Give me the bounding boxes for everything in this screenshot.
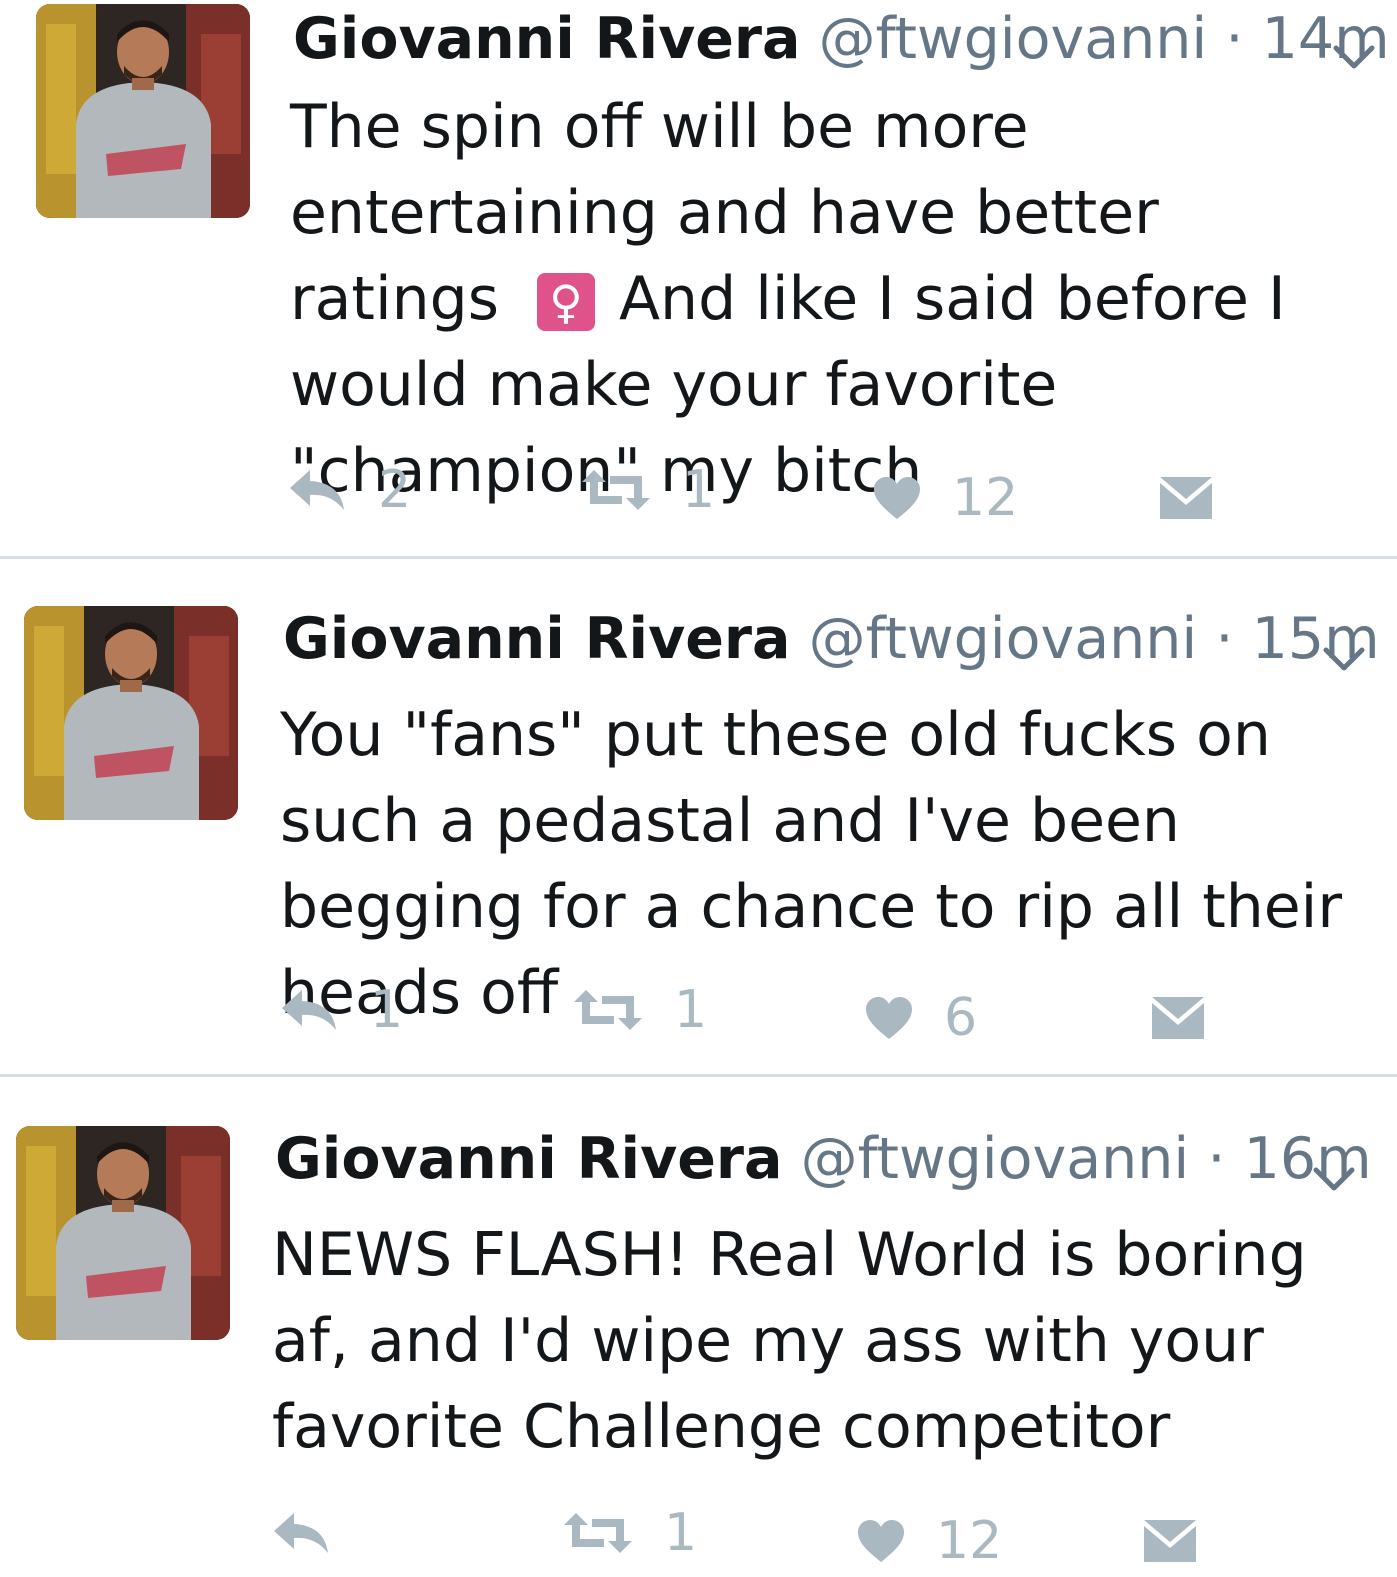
retweet-icon bbox=[572, 988, 644, 1032]
like-button[interactable]: 6 bbox=[864, 983, 977, 1053]
tweet-actions: 1 1 6 bbox=[280, 975, 1280, 1048]
retweet-icon bbox=[562, 1511, 634, 1555]
retweet-count: 1 bbox=[674, 980, 708, 1040]
avatar[interactable] bbox=[24, 606, 238, 820]
avatar[interactable] bbox=[16, 1126, 230, 1340]
direct-message-button[interactable] bbox=[1142, 1506, 1198, 1576]
reply-count: 2 bbox=[378, 460, 412, 520]
reply-icon bbox=[280, 988, 340, 1032]
author-handle[interactable]: @ftwgiovanni bbox=[801, 1126, 1190, 1192]
heart-icon bbox=[864, 995, 914, 1041]
like-count: 12 bbox=[952, 468, 1019, 528]
reply-button[interactable]: 2 bbox=[288, 455, 411, 525]
tweet-actions: 2 1 12 bbox=[288, 455, 1288, 528]
envelope-icon bbox=[1150, 995, 1206, 1041]
author-name[interactable]: Giovanni Rivera bbox=[293, 6, 800, 72]
tweet-header: Giovanni Rivera @ftwgiovanni · 15m bbox=[283, 604, 1380, 674]
chevron-down-icon[interactable] bbox=[1322, 644, 1366, 674]
reply-button[interactable]: 1 bbox=[280, 975, 403, 1045]
retweet-button[interactable]: 1 bbox=[572, 975, 707, 1045]
reply-button[interactable] bbox=[272, 1498, 362, 1568]
divider bbox=[0, 1074, 1397, 1077]
retweet-count: 1 bbox=[664, 1503, 698, 1563]
tweet-header: Giovanni Rivera @ftwgiovanni · 14m bbox=[293, 4, 1390, 74]
chevron-down-icon[interactable] bbox=[1332, 42, 1376, 72]
like-count: 6 bbox=[944, 988, 978, 1048]
direct-message-button[interactable] bbox=[1158, 463, 1214, 533]
author-name[interactable]: Giovanni Rivera bbox=[275, 1126, 782, 1192]
reply-count: 1 bbox=[370, 980, 404, 1040]
female-sign-emoji-icon: ♀ bbox=[537, 273, 596, 332]
author-name[interactable]: Giovanni Rivera bbox=[283, 606, 790, 672]
reply-icon bbox=[272, 1511, 332, 1555]
retweet-count: 1 bbox=[682, 460, 716, 520]
heart-icon bbox=[856, 1518, 906, 1564]
retweet-icon bbox=[580, 468, 652, 512]
profile-photo-icon bbox=[24, 606, 238, 820]
direct-message-button[interactable] bbox=[1150, 983, 1206, 1053]
tweet-text: NEWS FLASH! Real World is boring af, and… bbox=[272, 1220, 1307, 1462]
separator-dot: · bbox=[1215, 606, 1234, 672]
like-count: 12 bbox=[936, 1511, 1003, 1571]
avatar[interactable] bbox=[36, 4, 250, 218]
tweet-actions: 1 12 bbox=[272, 1498, 1272, 1571]
profile-photo-icon bbox=[36, 4, 250, 218]
author-handle[interactable]: @ftwgiovanni bbox=[819, 6, 1208, 72]
divider bbox=[0, 556, 1397, 559]
separator-dot: · bbox=[1207, 1126, 1226, 1192]
retweet-button[interactable]: 1 bbox=[580, 455, 715, 525]
separator-dot: · bbox=[1225, 6, 1244, 72]
chevron-down-icon[interactable] bbox=[1312, 1164, 1356, 1194]
author-handle[interactable]: @ftwgiovanni bbox=[809, 606, 1198, 672]
tweet-text: The spin off will be more entertaining a… bbox=[290, 84, 1370, 514]
profile-photo-icon bbox=[16, 1126, 230, 1340]
envelope-icon bbox=[1142, 1518, 1198, 1564]
reply-icon bbox=[288, 468, 348, 512]
envelope-icon bbox=[1158, 475, 1214, 521]
like-button[interactable]: 12 bbox=[872, 463, 1018, 533]
like-button[interactable]: 12 bbox=[856, 1506, 1002, 1576]
tweet-header: Giovanni Rivera @ftwgiovanni · 16m bbox=[275, 1124, 1372, 1194]
retweet-button[interactable]: 1 bbox=[562, 1498, 697, 1568]
heart-icon bbox=[872, 475, 922, 521]
